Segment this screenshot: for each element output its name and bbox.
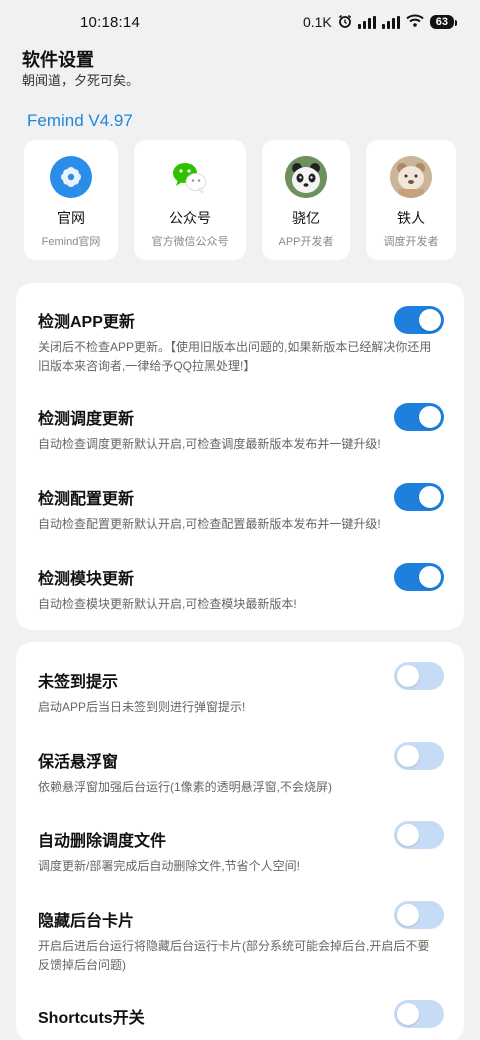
setting-desc: 启动APP后当日未签到则进行弹窗提示! (38, 700, 246, 714)
setting-hide-recents-card: 隐藏后台卡片 开启后进后台运行将隐藏后台运行卡片(部分系统可能会掉后台,开启后不… (38, 901, 444, 975)
link-cards: 官网 Femind官网 公众号 官方微信公众号 骁亿 APP开发者 铁人 调度开… (24, 140, 456, 260)
battery-icon: 63 (429, 15, 458, 29)
toggle-knob (397, 824, 419, 846)
toggle-knob (419, 486, 441, 508)
page-subtitle: 朝闻道，夕死可矣。 (22, 73, 140, 88)
setting-desc: 开启后进后台运行将隐藏后台运行卡片(部分系统可能会掉后台,开启后不要反馈掉后台问… (38, 939, 430, 972)
setting-title: 未签到提示 (38, 674, 119, 691)
card-label: 铁人 (397, 210, 425, 226)
status-icons: 0.1K 63 (302, 14, 458, 31)
net-speed: 0.1K (302, 14, 332, 30)
card-label: 骁亿 (292, 210, 320, 226)
setting-desc: 关闭后不检查APP更新。【使用旧版本出问题的,如果新版本已经解决你还用旧版本来咨… (38, 340, 432, 373)
setting-title: 保活悬浮窗 (38, 754, 119, 771)
status-time: 10:18:14 (80, 13, 140, 31)
wechat-icon (169, 156, 211, 198)
toggle-auto-delete-schedule[interactable] (394, 821, 444, 849)
page-title: 软件设置 (22, 50, 94, 70)
setting-desc: 自动检查调度更新默认开启,可检查调度最新版本发布并一键升级! (38, 437, 381, 451)
setting-title: 自动删除调度文件 (38, 833, 167, 850)
other-settings-panel: 未签到提示 启动APP后当日未签到则进行弹窗提示! 保活悬浮窗 依赖悬浮窗加强后… (16, 642, 464, 1040)
setting-desc: 调度更新/部署完成后自动删除文件,节省个人空间! (38, 859, 301, 873)
card-developer-xiaoyi[interactable]: 骁亿 APP开发者 (262, 140, 350, 260)
setting-desc: 自动检查配置更新默认开启,可检查配置最新版本发布并一键升级! (38, 517, 381, 531)
toggle-knob (419, 566, 441, 588)
wifi-icon (406, 14, 424, 30)
setting-check-module-update: 检测模块更新 自动检查模块更新默认开启,可检查模块最新版本! (38, 563, 444, 614)
update-settings-panel: 检测APP更新 关闭后不检查APP更新。【使用旧版本出问题的,如果新版本已经解决… (16, 283, 464, 630)
toggle-knob (419, 406, 441, 428)
setting-auto-delete-schedule: 自动删除调度文件 调度更新/部署完成后自动删除文件,节省个人空间! (38, 821, 444, 876)
toggle-shortcuts[interactable] (394, 1000, 444, 1028)
signal-icon-2 (381, 15, 400, 29)
flower-icon (50, 156, 92, 198)
card-label: 公众号 (169, 210, 211, 226)
toggle-keepalive-float[interactable] (394, 742, 444, 770)
setting-title: 检测APP更新 (38, 314, 135, 331)
toggle-unsigned-reminder[interactable] (394, 662, 444, 690)
card-desc: 调度开发者 (383, 236, 439, 248)
toggle-knob (397, 1003, 419, 1025)
card-desc: Femind官网 (41, 236, 101, 248)
setting-check-app-update: 检测APP更新 关闭后不检查APP更新。【使用旧版本出问题的,如果新版本已经解决… (38, 306, 444, 376)
setting-desc: 自动检查模块更新默认开启,可检查模块最新版本! (38, 597, 297, 611)
card-label: 官网 (57, 210, 85, 226)
toggle-check-module-update[interactable] (394, 563, 444, 591)
toggle-check-app-update[interactable] (394, 306, 444, 334)
setting-title: 检测配置更新 (38, 491, 135, 508)
card-desc: APP开发者 (278, 236, 334, 248)
setting-check-schedule-update: 检测调度更新 自动检查调度更新默认开启,可检查调度最新版本发布并一键升级! (38, 403, 444, 454)
teddy-avatar (390, 156, 432, 198)
status-bar: 10:18:14 0.1K 63 (0, 0, 480, 44)
toggle-knob (397, 745, 419, 767)
setting-shortcuts: Shortcuts开关 (38, 1000, 444, 1028)
setting-check-config-update: 检测配置更新 自动检查配置更新默认开启,可检查配置最新版本发布并一键升级! (38, 483, 444, 534)
setting-title: 隐藏后台卡片 (38, 913, 135, 930)
setting-unsigned-reminder: 未签到提示 启动APP后当日未签到则进行弹窗提示! (38, 662, 444, 717)
toggle-check-schedule-update[interactable] (394, 403, 444, 431)
card-wechat[interactable]: 公众号 官方微信公众号 (134, 140, 246, 260)
signal-icon (357, 15, 376, 29)
toggle-hide-recents-card[interactable] (394, 901, 444, 929)
toggle-knob (397, 665, 419, 687)
setting-title: Shortcuts开关 (38, 1010, 145, 1027)
card-developer-tieren[interactable]: 铁人 调度开发者 (366, 140, 456, 260)
alarm-icon (338, 14, 352, 31)
toggle-knob (397, 904, 419, 926)
setting-title: 检测调度更新 (38, 411, 135, 428)
version-label: Femind V4.97 (27, 111, 133, 130)
toggle-check-config-update[interactable] (394, 483, 444, 511)
toggle-knob (419, 309, 441, 331)
card-desc: 官方微信公众号 (151, 236, 229, 248)
setting-keepalive-float: 保活悬浮窗 依赖悬浮窗加强后台运行(1像素的透明悬浮窗,不会烧屏) (38, 742, 444, 797)
panda-avatar (285, 156, 327, 198)
setting-desc: 依赖悬浮窗加强后台运行(1像素的透明悬浮窗,不会烧屏) (38, 780, 333, 794)
setting-title: 检测模块更新 (38, 571, 135, 588)
card-website[interactable]: 官网 Femind官网 (24, 140, 118, 260)
